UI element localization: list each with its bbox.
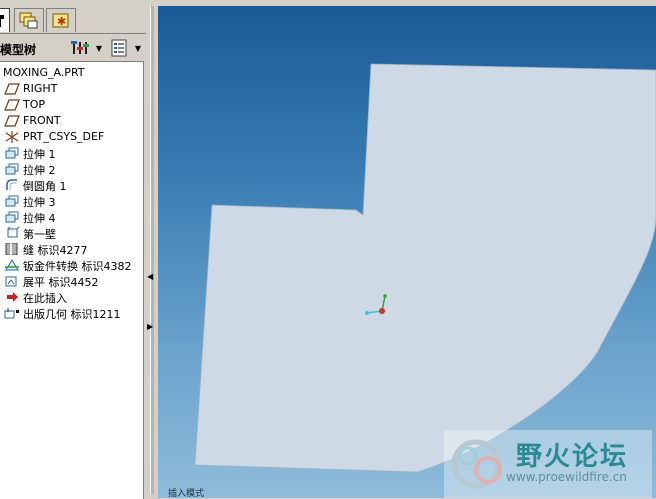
extrude-icon	[5, 147, 19, 159]
tree-item-label: 第一壁	[23, 228, 56, 241]
tree-item-label: 在此插入	[23, 292, 67, 305]
svg-text:✱: ✱	[57, 15, 66, 28]
tab-folder-browser[interactable]	[14, 8, 44, 32]
splitter-handle[interactable]	[150, 6, 154, 494]
tree-item-label: FRONT	[23, 114, 61, 127]
tree-item-label: 缝 标识4277	[23, 244, 88, 257]
tree-item-label: 钣金件转换 标识4382	[23, 260, 132, 273]
tree-item-top[interactable]: TOP	[0, 97, 143, 113]
navigator-tab-strip: ✱	[0, 0, 146, 36]
datum-plane-icon	[4, 115, 20, 127]
folder-browser-tab-icon	[19, 12, 38, 29]
tree-item-root[interactable]: MOXING_A.PRT	[0, 65, 143, 81]
tree-item-label: 拉伸 4	[23, 212, 56, 225]
tree-item-first-wall[interactable]: 第一壁	[0, 225, 143, 241]
extrude-icon	[5, 211, 19, 223]
tree-item-label: 出版几何 标识1211	[23, 308, 121, 321]
tree-item-insert-here[interactable]: 在此插入	[0, 289, 143, 305]
tree-settings-button[interactable]: ▼	[70, 38, 104, 58]
tab-strip-divider	[0, 33, 146, 34]
tree-item-extrude-1[interactable]: 拉伸 1	[0, 145, 143, 161]
chevron-down-icon: ▼	[95, 44, 102, 53]
watermark-title: 野火论坛	[516, 442, 629, 472]
chevron-down-icon: ▼	[134, 44, 141, 53]
first-wall-icon	[7, 227, 20, 238]
model-tree-toolbar: 模型树 ▼ ▼	[0, 36, 146, 60]
navigator-panel: ✱ 模型树 ▼ ▼ MOXING_A.PRT RIGHT TOP FRONT P…	[0, 0, 146, 499]
tree-item-label: 拉伸 2	[23, 164, 56, 177]
tree-columns-icon	[111, 39, 127, 57]
tree-item-label: 倒圆角 1	[23, 180, 67, 193]
flatten-icon	[5, 276, 17, 287]
tree-item-extrude-4[interactable]: 拉伸 4	[0, 209, 143, 225]
tab-model-tree[interactable]	[0, 8, 10, 32]
tree-item-round-1[interactable]: 倒圆角 1	[0, 177, 143, 193]
model-tree-title: 模型树	[0, 43, 37, 57]
graphics-window[interactable]	[158, 6, 656, 498]
model-tree-tab-icon	[0, 15, 4, 27]
expand-right-icon[interactable]: ▶	[147, 322, 155, 332]
rip-icon	[5, 243, 18, 255]
extrude-icon	[5, 163, 19, 175]
tree-item-flatten[interactable]: 展平 标识4452	[0, 273, 143, 289]
sheetmetal-convert-icon	[5, 259, 19, 271]
datum-plane-icon	[4, 83, 20, 95]
tree-item-front[interactable]: FRONT	[0, 113, 143, 129]
coordinate-system-icon	[5, 131, 19, 143]
datum-plane-icon	[4, 99, 20, 111]
tree-item-rip[interactable]: 缝 标识4277	[0, 241, 143, 257]
tree-item-label: 拉伸 1	[23, 148, 56, 161]
tree-item-csys[interactable]: PRT_CSYS_DEF	[0, 129, 143, 145]
tree-item-extrude-2[interactable]: 拉伸 2	[0, 161, 143, 177]
tree-item-right[interactable]: RIGHT	[0, 81, 143, 97]
watermark-logo-icon	[451, 439, 502, 489]
tree-columns-button[interactable]: ▼	[109, 38, 143, 58]
tree-item-label: MOXING_A.PRT	[3, 66, 85, 79]
tree-item-label: 展平 标识4452	[23, 276, 99, 289]
tree-item-extrude-3[interactable]: 拉伸 3	[0, 193, 143, 209]
watermark-url: www.proewildfire.cn	[506, 470, 627, 484]
favorites-tab-icon: ✱	[52, 13, 69, 28]
tree-item-label: PRT_CSYS_DEF	[23, 130, 105, 143]
tree-item-label: 拉伸 3	[23, 196, 56, 209]
tab-favorites[interactable]: ✱	[46, 8, 76, 32]
panel-splitter[interactable]: ◀ ▶	[146, 0, 158, 498]
tree-item-label: RIGHT	[23, 82, 58, 95]
watermark: 野火论坛 www.proewildfire.cn	[444, 430, 652, 498]
flat-sheet-part[interactable]	[194, 63, 656, 473]
model-tree: MOXING_A.PRT RIGHT TOP FRONT PRT_CSYS_DE…	[0, 61, 144, 499]
model-canvas[interactable]	[158, 6, 656, 498]
publish-geometry-icon	[4, 308, 19, 319]
collapse-left-icon[interactable]: ◀	[147, 272, 155, 282]
insert-here-arrow-icon	[7, 292, 18, 302]
round-icon	[6, 179, 17, 190]
tree-settings-icon	[71, 41, 89, 54]
tree-item-sheetmetal-convert[interactable]: 钣金件转换 标识4382	[0, 257, 143, 273]
tree-item-label: TOP	[23, 98, 46, 111]
insert-mode-indicator: 插入模式	[168, 489, 205, 499]
extrude-icon	[5, 195, 19, 207]
tree-item-publish-geometry[interactable]: 出版几何 标识1211	[0, 305, 143, 321]
model-tree-list: MOXING_A.PRT RIGHT TOP FRONT PRT_CSYS_DE…	[0, 65, 143, 321]
